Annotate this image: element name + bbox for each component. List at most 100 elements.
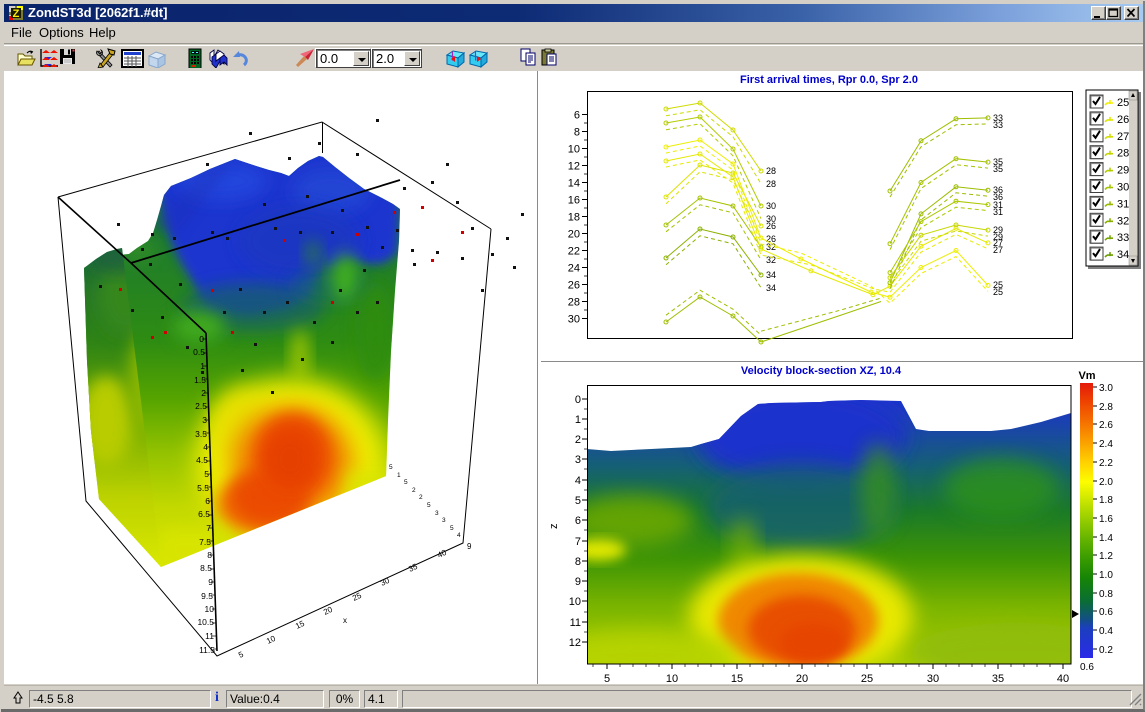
svg-text:2: 2 bbox=[575, 434, 581, 446]
svg-text:1.0: 1.0 bbox=[1099, 570, 1113, 581]
svg-text:16: 16 bbox=[568, 195, 580, 207]
svg-text:10.5: 10.5 bbox=[197, 617, 214, 627]
svg-text:2.2: 2.2 bbox=[1099, 458, 1113, 469]
svg-text:2.6: 2.6 bbox=[1099, 420, 1113, 431]
svg-text:25: 25 bbox=[993, 287, 1003, 297]
svg-text:20: 20 bbox=[796, 673, 808, 684]
svg-text:5: 5 bbox=[575, 495, 581, 507]
svg-text:30: 30 bbox=[927, 673, 939, 684]
svg-text:0.8: 0.8 bbox=[1099, 589, 1113, 600]
svg-text:9: 9 bbox=[467, 542, 472, 551]
svg-text:20: 20 bbox=[568, 229, 580, 241]
svg-text:Z: Z bbox=[13, 8, 20, 20]
svg-text:3: 3 bbox=[442, 517, 446, 524]
svg-text:1.5: 1.5 bbox=[194, 375, 206, 385]
svg-text:15: 15 bbox=[731, 673, 743, 684]
svg-text:1.4: 1.4 bbox=[1099, 533, 1113, 544]
svg-text:11.5: 11.5 bbox=[199, 645, 215, 655]
svg-text:6: 6 bbox=[574, 110, 580, 122]
svg-text:10: 10 bbox=[666, 673, 678, 684]
svg-text:11: 11 bbox=[570, 617, 581, 629]
svg-text:3: 3 bbox=[575, 454, 581, 466]
svg-text:30: 30 bbox=[568, 314, 580, 326]
svg-text:0.6: 0.6 bbox=[1080, 662, 1094, 673]
svg-text:24: 24 bbox=[568, 263, 580, 275]
svg-text:Velocity block-section XZ, 10.: Velocity block-section XZ, 10.4 bbox=[741, 365, 902, 377]
svg-text:2: 2 bbox=[412, 487, 416, 494]
svg-text:2: 2 bbox=[419, 494, 423, 501]
svg-text:3: 3 bbox=[435, 510, 439, 517]
svg-text:31: 31 bbox=[1117, 198, 1129, 210]
svg-text:29: 29 bbox=[1117, 165, 1129, 177]
svg-text:0: 0 bbox=[575, 394, 581, 406]
svg-text:12: 12 bbox=[568, 161, 580, 173]
svg-text:0.5: 0.5 bbox=[193, 347, 205, 357]
svg-text:35: 35 bbox=[993, 164, 1003, 174]
svg-text:0.4: 0.4 bbox=[1099, 626, 1113, 637]
svg-text:28: 28 bbox=[766, 179, 776, 189]
svg-text:27: 27 bbox=[993, 245, 1003, 255]
svg-text:27: 27 bbox=[1117, 131, 1129, 143]
svg-text:1.8: 1.8 bbox=[1099, 495, 1113, 506]
svg-text:7: 7 bbox=[575, 536, 581, 548]
svg-text:8: 8 bbox=[574, 127, 580, 139]
svg-text:1.2: 1.2 bbox=[1099, 551, 1113, 562]
svg-text:0.6: 0.6 bbox=[1099, 607, 1113, 618]
svg-text:33: 33 bbox=[993, 120, 1003, 130]
svg-text:32: 32 bbox=[1117, 215, 1129, 227]
svg-text:5.5: 5.5 bbox=[197, 483, 209, 493]
svg-text:4: 4 bbox=[575, 475, 581, 487]
svg-text:26: 26 bbox=[568, 280, 580, 292]
svg-text:7.5: 7.5 bbox=[199, 537, 211, 547]
svg-text:28: 28 bbox=[1117, 148, 1129, 160]
svg-text:2.5: 2.5 bbox=[195, 401, 207, 411]
svg-text:8: 8 bbox=[575, 556, 581, 568]
svg-text:34: 34 bbox=[766, 283, 776, 293]
svg-text:9: 9 bbox=[575, 576, 581, 588]
svg-text:3.0: 3.0 bbox=[1099, 383, 1113, 394]
svg-text:30: 30 bbox=[766, 201, 776, 211]
svg-text:2.8: 2.8 bbox=[1099, 402, 1113, 413]
svg-text:5: 5 bbox=[389, 464, 393, 471]
svg-text:14: 14 bbox=[568, 178, 580, 190]
svg-text:35: 35 bbox=[992, 673, 1004, 684]
svg-text:5: 5 bbox=[450, 525, 454, 532]
svg-text:12: 12 bbox=[569, 637, 581, 649]
svg-text:10: 10 bbox=[568, 144, 580, 156]
svg-text:1: 1 bbox=[575, 414, 581, 426]
svg-text:40: 40 bbox=[1057, 673, 1069, 684]
svg-text:34: 34 bbox=[766, 270, 776, 280]
svg-text:4: 4 bbox=[457, 532, 461, 539]
svg-text:1.6: 1.6 bbox=[1099, 514, 1113, 525]
svg-text:30: 30 bbox=[1117, 182, 1129, 194]
svg-text:34: 34 bbox=[1117, 249, 1129, 261]
svg-text:5: 5 bbox=[404, 479, 408, 486]
svg-text:1: 1 bbox=[397, 472, 401, 479]
svg-text:2.0: 2.0 bbox=[1099, 477, 1113, 488]
svg-text:25: 25 bbox=[861, 673, 873, 684]
svg-text:8.5: 8.5 bbox=[200, 563, 212, 573]
svg-text:31: 31 bbox=[993, 207, 1003, 217]
svg-text:28: 28 bbox=[568, 297, 580, 309]
svg-text:0.2: 0.2 bbox=[1099, 645, 1113, 656]
svg-text:x: x bbox=[343, 616, 347, 625]
svg-text:6: 6 bbox=[575, 515, 581, 527]
svg-text:4.5: 4.5 bbox=[196, 455, 208, 465]
svg-text:28: 28 bbox=[766, 166, 776, 176]
svg-text:25: 25 bbox=[1117, 97, 1129, 109]
svg-text:5: 5 bbox=[427, 502, 431, 509]
svg-text:18: 18 bbox=[568, 212, 580, 224]
svg-text:First arrival times, Rpr 0.0,: First arrival times, Rpr 0.0, Spr 2.0 bbox=[740, 74, 918, 86]
svg-text:10: 10 bbox=[569, 596, 581, 608]
svg-text:26: 26 bbox=[1117, 114, 1129, 126]
svg-text:3.5: 3.5 bbox=[195, 429, 207, 439]
svg-text:26: 26 bbox=[766, 221, 776, 231]
svg-text:z: z bbox=[548, 524, 560, 530]
svg-text:Vm: Vm bbox=[1078, 370, 1095, 382]
svg-text:33: 33 bbox=[1117, 232, 1129, 244]
svg-text:5: 5 bbox=[604, 673, 610, 684]
svg-text:2.4: 2.4 bbox=[1099, 439, 1113, 450]
svg-text:29: 29 bbox=[993, 232, 1003, 242]
svg-text:6.5: 6.5 bbox=[198, 509, 210, 519]
svg-text:22: 22 bbox=[568, 246, 580, 258]
